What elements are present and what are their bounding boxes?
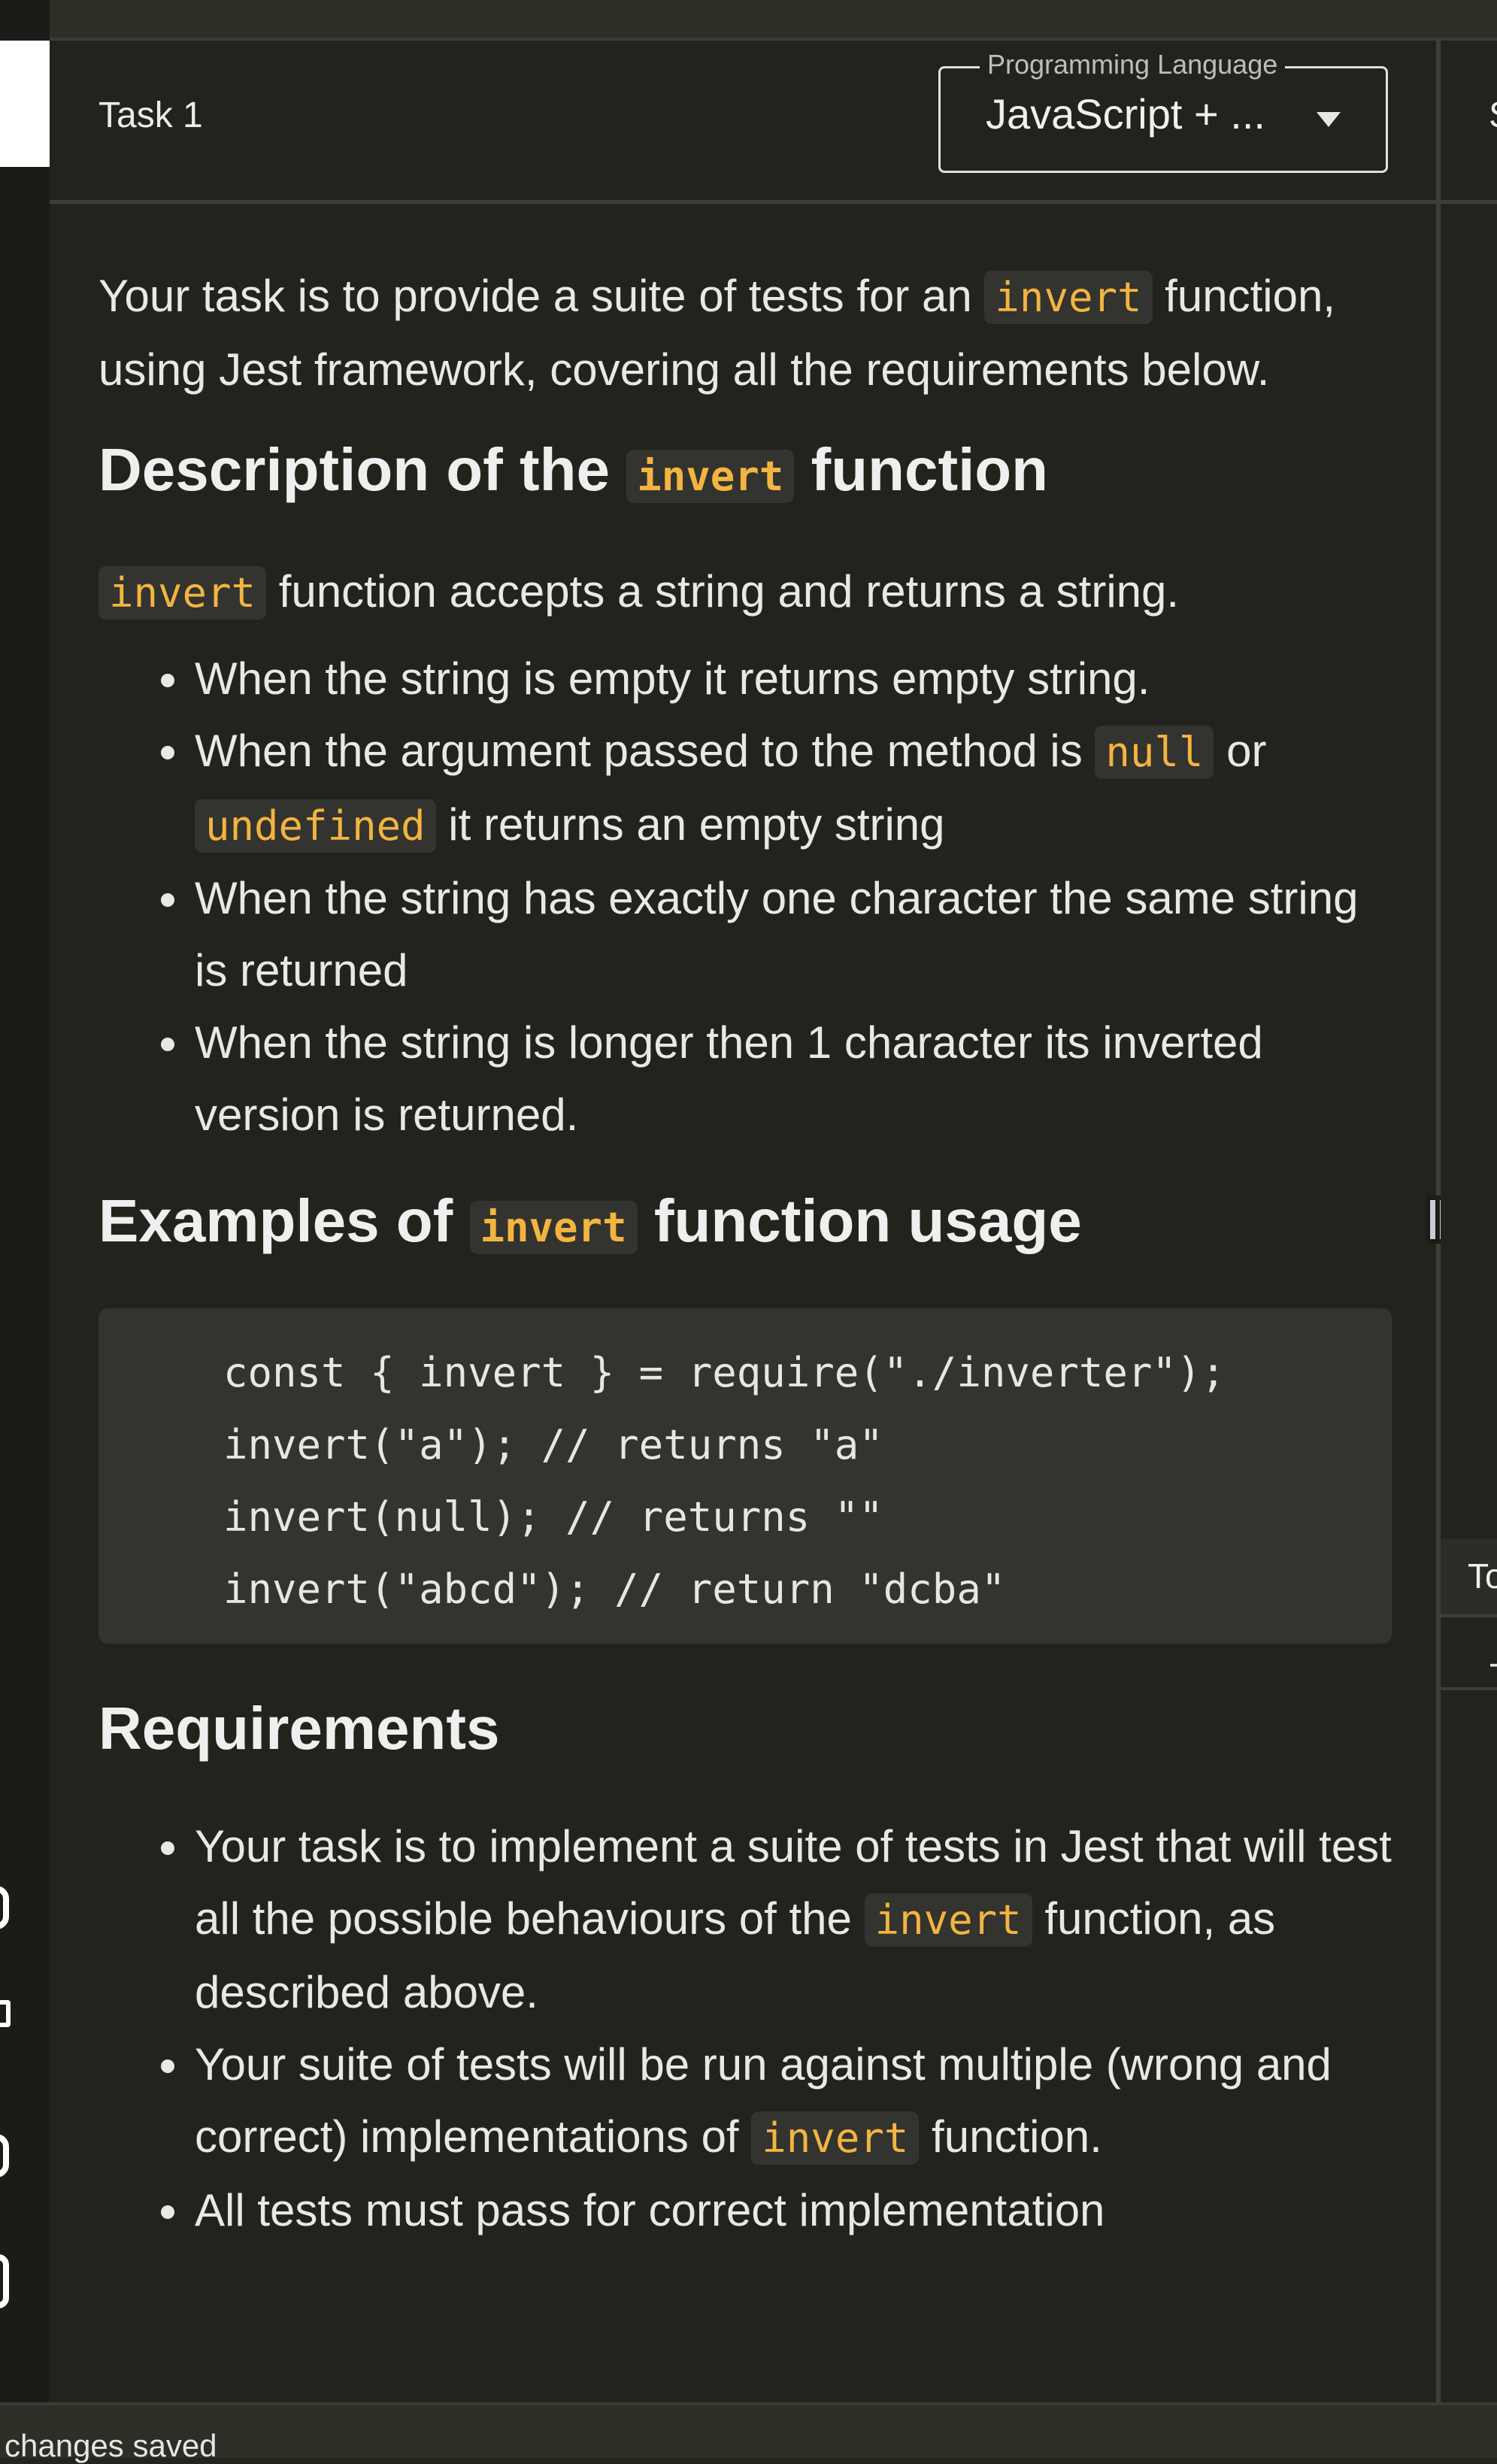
code-line: invert("abcd"); // return "dcba" — [223, 1565, 1006, 1613]
right-panel-title: S — [1489, 95, 1497, 136]
list-item: When the string has exactly one characte… — [193, 862, 1392, 1007]
heading-text: Examples of — [98, 1187, 470, 1254]
right-panel-tab-label: To — [1468, 1556, 1497, 1596]
list-item: All tests must pass for correct implemen… — [193, 2175, 1392, 2247]
status-bar: changes saved — [0, 2402, 1497, 2463]
heading-text-after: function — [794, 436, 1049, 503]
right-panel-row-value: - — [1489, 1642, 1497, 1683]
heading-text-after: function usage — [637, 1187, 1082, 1254]
inline-code: invert — [469, 1201, 638, 1254]
right-panel-row-divider — [1441, 1687, 1497, 1690]
task-header-divider — [50, 200, 1436, 204]
inline-code: invert — [751, 2111, 920, 2165]
code-line: invert(null); // returns "" — [223, 1493, 883, 1541]
right-panel: S To - — [1441, 41, 1497, 2402]
sidebar-icon-1[interactable] — [0, 1886, 9, 1929]
list-text: it returns an empty string — [435, 799, 945, 850]
accepts-text: function accepts a string and returns a … — [266, 566, 1180, 617]
code-line: invert("a"); // returns "a" — [223, 1421, 883, 1468]
behaviour-list: When the string is empty it returns empt… — [98, 643, 1392, 1151]
list-text: function. — [919, 2111, 1102, 2162]
list-item: Your task is to implement a suite of tes… — [193, 1811, 1392, 2029]
list-item: When the argument passed to the method i… — [193, 715, 1392, 862]
requirements-heading: Requirements — [98, 1695, 500, 1762]
inline-code: invert — [984, 271, 1153, 324]
left-sidebar — [0, 0, 50, 2402]
task-title: Task 1 — [98, 95, 203, 135]
list-text: When the argument passed to the method i… — [195, 726, 1095, 776]
list-item: Your suite of tests will be run against … — [193, 2029, 1392, 2175]
list-item: When the string is empty it returns empt… — [193, 643, 1392, 715]
inline-code: invert — [864, 1893, 1032, 1947]
heading-text: Description of the — [98, 436, 627, 503]
inline-code: undefined — [195, 799, 436, 853]
programming-language-label: Programming Language — [980, 49, 1286, 80]
right-panel-header-divider — [1441, 200, 1497, 204]
accepts-paragraph: invert function accepts a string and ret… — [98, 556, 1392, 629]
inline-code: invert — [626, 450, 795, 503]
code-example-block: const { invert } = require("./inverter")… — [98, 1308, 1392, 1644]
sidebar-icon-2[interactable] — [0, 2000, 11, 2027]
task-description: Your task is to provide a suite of tests… — [98, 260, 1392, 2247]
sidebar-icon-3[interactable] — [0, 2134, 9, 2178]
intro-text: Your task is to provide a suite of tests… — [98, 271, 985, 321]
right-panel-tab[interactable]: To — [1441, 1539, 1497, 1614]
right-panel-tab-divider — [1441, 1614, 1497, 1617]
requirements-list: Your task is to implement a suite of tes… — [98, 1811, 1392, 2247]
description-heading: Description of the invert function — [98, 429, 1392, 518]
list-item: When the string is longer then 1 charact… — [193, 1007, 1392, 1151]
programming-language-select[interactable]: Programming Language JavaScript + ... — [938, 49, 1388, 173]
programming-language-value: JavaScript + ... — [986, 90, 1265, 138]
sidebar-icon-4[interactable] — [0, 2254, 9, 2308]
task-panel: Task 1 Programming Language JavaScript +… — [50, 41, 1436, 2402]
list-text: or — [1214, 726, 1267, 776]
chevron-down-icon[interactable] — [1317, 112, 1341, 127]
inline-code: null — [1095, 726, 1214, 779]
intro-paragraph: Your task is to provide a suite of tests… — [98, 260, 1392, 406]
save-status: changes saved — [5, 2428, 217, 2463]
inline-code: invert — [98, 566, 267, 620]
task-header: Task 1 Programming Language JavaScript +… — [50, 41, 1436, 200]
examples-heading: Examples of invert function usage — [98, 1180, 1392, 1269]
sidebar-active-item[interactable] — [0, 41, 50, 167]
code-line: const { invert } = require("./inverter")… — [223, 1349, 1226, 1396]
top-bar — [0, 0, 1497, 38]
